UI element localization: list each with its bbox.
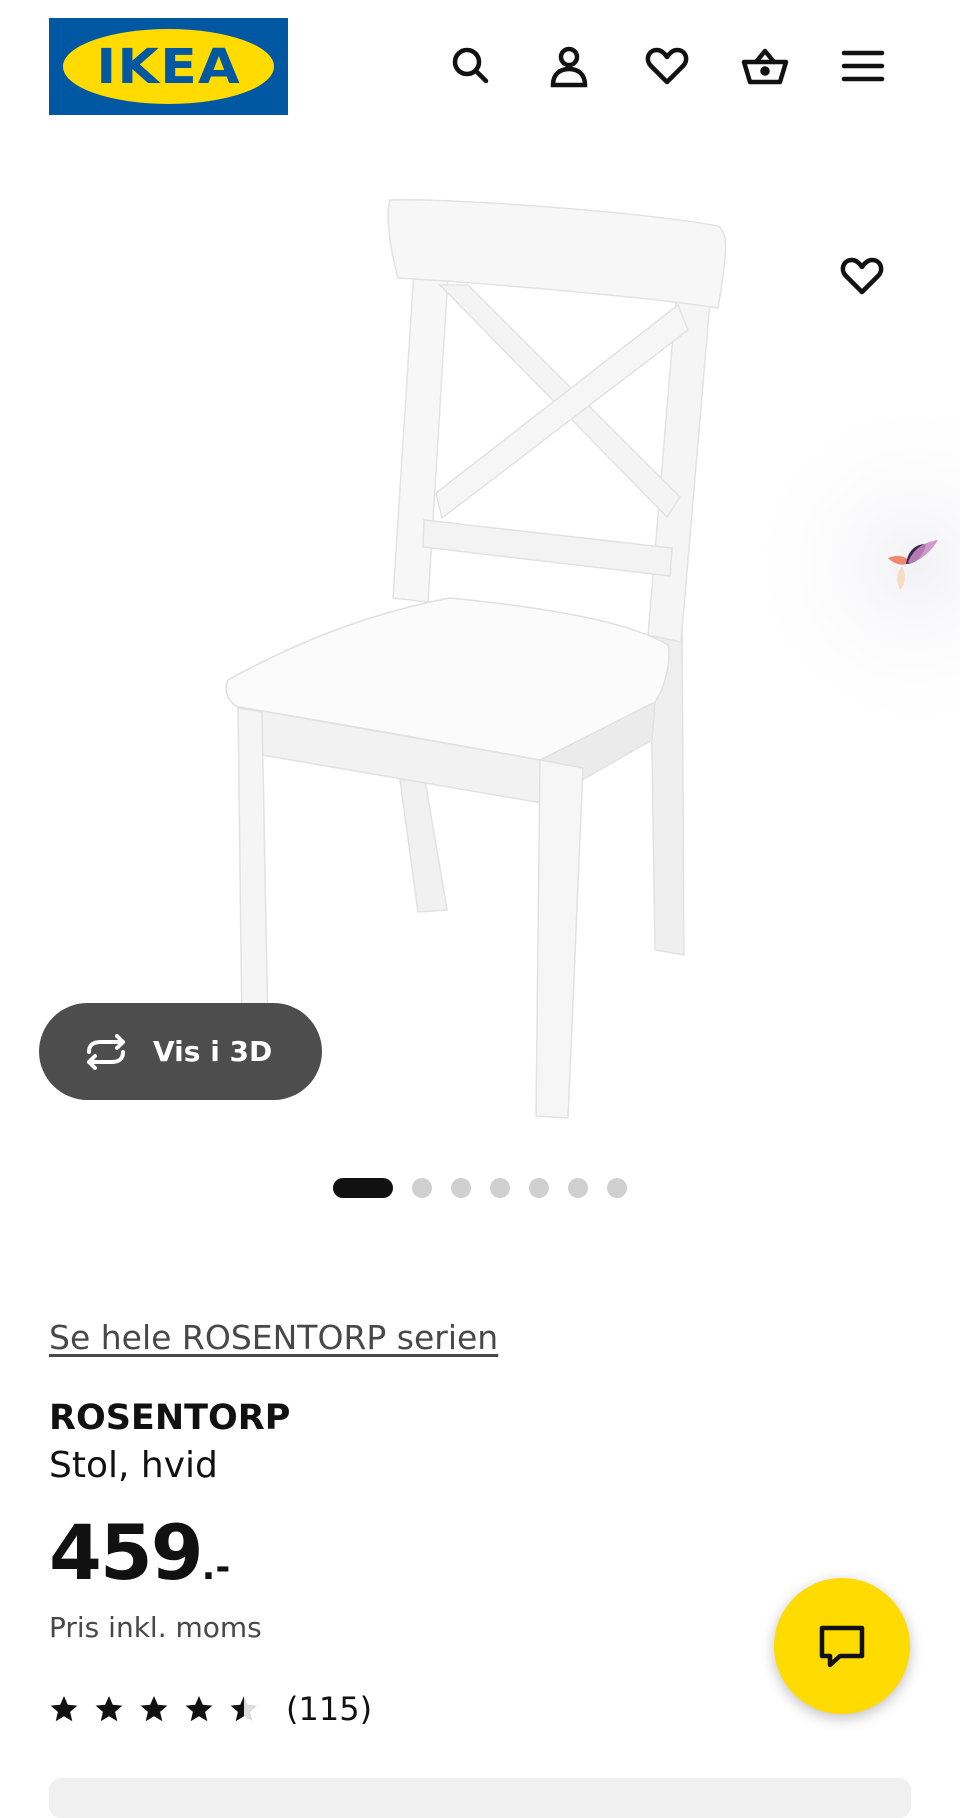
carousel-dot[interactable] xyxy=(568,1178,588,1198)
star-full-icon xyxy=(49,1694,79,1724)
price-suffix: .- xyxy=(201,1547,231,1588)
menu-icon[interactable] xyxy=(835,38,891,94)
chat-button[interactable] xyxy=(774,1578,910,1714)
price-integer: 459 xyxy=(49,1508,204,1597)
rotate-3d-icon xyxy=(79,1032,133,1072)
series-link[interactable]: Se hele ROSENTORP serien xyxy=(49,1318,498,1357)
image-carousel-indicator xyxy=(333,1178,646,1198)
product-description: Stol, hvid xyxy=(49,1445,218,1486)
ikea-logo[interactable]: IKEA xyxy=(49,18,288,115)
bird-logo-icon[interactable] xyxy=(884,536,944,592)
carousel-dot[interactable] xyxy=(451,1178,471,1198)
carousel-dot[interactable] xyxy=(607,1178,627,1198)
bottom-panel-edge xyxy=(49,1778,911,1818)
carousel-dot[interactable] xyxy=(412,1178,432,1198)
logo-oval: IKEA xyxy=(63,29,274,104)
basket-icon[interactable] xyxy=(737,38,793,94)
view-in-3d-button[interactable]: Vis i 3D xyxy=(39,1003,322,1100)
review-count: (115) xyxy=(286,1690,373,1728)
logo-text: IKEA xyxy=(96,38,241,95)
star-full-icon xyxy=(139,1694,169,1724)
star-half-icon xyxy=(229,1694,259,1724)
product-name: ROSENTORP xyxy=(49,1398,291,1438)
carousel-dot-active[interactable] xyxy=(333,1178,393,1198)
favorites-heart-icon[interactable] xyxy=(639,38,695,94)
search-icon[interactable] xyxy=(443,38,499,94)
star-full-icon xyxy=(184,1694,214,1724)
add-to-favorites-heart-icon[interactable] xyxy=(834,248,890,304)
user-icon[interactable] xyxy=(541,38,597,94)
product-image[interactable] xyxy=(0,140,960,1140)
rating[interactable]: (115) xyxy=(49,1690,372,1728)
carousel-dot[interactable] xyxy=(490,1178,510,1198)
price-note: Pris inkl. moms xyxy=(49,1611,262,1644)
product-price: 459 .- xyxy=(49,1508,230,1597)
carousel-dot[interactable] xyxy=(529,1178,549,1198)
view-in-3d-label: Vis i 3D xyxy=(153,1035,273,1068)
star-full-icon xyxy=(94,1694,124,1724)
chat-bubble-icon xyxy=(819,1625,865,1668)
